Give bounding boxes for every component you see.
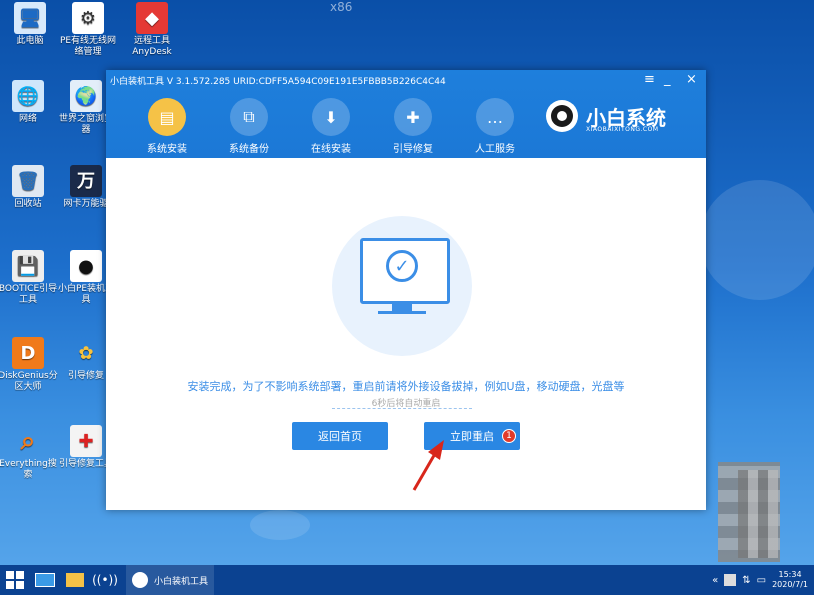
- tab-system-backup[interactable]: ⧉ 系统备份: [208, 98, 290, 155]
- desktop-icon-label: BOOTICE引导工具: [0, 284, 58, 305]
- flower-icon: ✿: [78, 342, 94, 364]
- start-button[interactable]: [0, 565, 30, 595]
- floppy-icon: 💾: [12, 250, 44, 282]
- monitor-base: [378, 311, 426, 314]
- desktop-arch-label: x86: [330, 0, 353, 14]
- blurred-notification: [738, 470, 778, 558]
- tab-system-install[interactable]: ▤ 系统安装: [126, 98, 208, 155]
- xiaobai-logo-icon: [546, 100, 578, 132]
- desktop-icon-diskgenius[interactable]: D DiskGenius分区大师: [0, 337, 58, 393]
- diskgenius-icon: D: [12, 337, 44, 369]
- search-icon: ⌕: [20, 425, 36, 456]
- clock-time: 15:34: [778, 570, 802, 579]
- anydesk-icon: ◆: [136, 2, 168, 34]
- desktop-icon-pe-network[interactable]: ⚙ PE有线无线网络管理: [58, 2, 118, 58]
- windows-logo-icon: [6, 571, 24, 589]
- first-aid-icon: ✚: [70, 425, 102, 457]
- desktop-icon-anydesk[interactable]: ◆ 远程工具AnyDesk: [122, 2, 182, 58]
- tab-label: 系统备份: [229, 144, 269, 155]
- computer-icon: 🖥: [14, 2, 46, 34]
- check-icon: ✓: [386, 250, 418, 282]
- install-icon: ▤: [148, 98, 186, 136]
- desktop-icon-label: 网络: [18, 114, 37, 124]
- driver-icon: 万: [70, 165, 102, 197]
- tab-online-install[interactable]: ⬇ 在线安装: [290, 98, 372, 155]
- desktop-icon-everything[interactable]: ⌕ Everything搜索: [0, 425, 58, 481]
- wireless-icon[interactable]: ((•)): [90, 565, 120, 595]
- menu-button[interactable]: ≡: [644, 72, 655, 87]
- brand-url: XIAOBAIXITONG.COM: [586, 126, 659, 133]
- toolbox-icon: ✚: [394, 98, 432, 136]
- tab-label: 在线安装: [311, 144, 351, 155]
- desktop-icon-label: 远程工具AnyDesk: [132, 36, 172, 57]
- desktop-icon-label: PE有线无线网络管理: [59, 36, 117, 57]
- pointer-arrow-icon: [412, 440, 444, 491]
- restart-countdown: 6秒后将自动重启: [371, 399, 441, 409]
- completion-message: 安装完成，为了不影响系统部署，重启前请将外接设备拔掉，例如U盘，移动硬盘，光盘等: [187, 380, 625, 393]
- close-button[interactable]: ×: [686, 72, 697, 87]
- desktop-icon-label: 回收站: [14, 199, 42, 209]
- chevron-left-icon[interactable]: «: [712, 575, 718, 586]
- tab-label: 引导修复: [393, 144, 433, 155]
- recycle-bin-icon: 🗑: [12, 165, 44, 197]
- restart-now-label: 立即重启: [450, 430, 494, 443]
- desktop-icon-bootice[interactable]: 💾 BOOTICE引导工具: [0, 250, 58, 306]
- window-header: 小白装机工具 V 3.1.572.285 URID:CDFF5A594C09E1…: [106, 70, 706, 158]
- main-nav: ▤ 系统安装 ⧉ 系统备份 ⬇ 在线安装 ✚ 引导修复 … 人工服务: [126, 98, 536, 155]
- minimize-button[interactable]: _: [664, 72, 671, 87]
- desktop-icon-label: Everything搜索: [0, 459, 57, 480]
- network-tray-icon[interactable]: ▭: [757, 575, 766, 586]
- download-icon: ⬇: [312, 98, 350, 136]
- network-manager-icon: ⚙: [72, 2, 104, 34]
- tab-manual-service[interactable]: … 人工服务: [454, 98, 536, 155]
- window-title: 小白装机工具 V 3.1.572.285 URID:CDFF5A594C09E1…: [110, 77, 446, 87]
- globe-icon: 🌐: [12, 80, 44, 112]
- brand: 小白系统 XIAOBAIXITONG.COM: [546, 100, 666, 133]
- xiaobai-logo-icon: ●: [70, 250, 102, 282]
- app-tray-icon[interactable]: [724, 574, 737, 586]
- background-cloud: [700, 180, 814, 300]
- browser-icon: 🌍: [70, 80, 102, 112]
- taskbar-app-xiaobai[interactable]: 小白装机工具: [126, 565, 215, 595]
- taskbar: ((•)) 小白装机工具 « ⇅ ▭ 15:34 2020/7/1: [0, 565, 814, 595]
- desktop-icon-recycle-bin[interactable]: 🗑 回收站: [0, 165, 58, 210]
- step-badge: 1: [502, 429, 516, 443]
- tab-label: 系统安装: [147, 144, 187, 155]
- taskbar-app-label: 小白装机工具: [154, 576, 209, 587]
- tab-label: 人工服务: [475, 144, 515, 155]
- usb-icon[interactable]: ⇅: [742, 575, 750, 586]
- desktop-icon-network[interactable]: 🌐 网络: [0, 80, 58, 125]
- desktop-icon-this-pc[interactable]: 🖥 此电脑: [0, 2, 60, 47]
- xiaobai-logo-icon: [132, 572, 148, 588]
- folder-icon[interactable]: [60, 565, 90, 595]
- success-illustration: ✓: [332, 216, 472, 356]
- tab-boot-repair[interactable]: ✚ 引导修复: [372, 98, 454, 155]
- monitor-stand: [392, 303, 412, 311]
- system-tray: « ⇅ ▭ 15:34 2020/7/1: [712, 565, 808, 595]
- chat-icon: …: [476, 98, 514, 136]
- clock[interactable]: 15:34 2020/7/1: [772, 570, 808, 590]
- back-home-button[interactable]: 返回首页: [292, 422, 388, 450]
- desktop-icon-label: DiskGenius分区大师: [0, 371, 58, 392]
- backup-icon: ⧉: [230, 98, 268, 136]
- desktop-icon-label: 此电脑: [16, 36, 44, 46]
- background-cloud: [250, 510, 310, 540]
- desktop-taskbar-icon[interactable]: [30, 565, 60, 595]
- clock-date: 2020/7/1: [772, 580, 808, 589]
